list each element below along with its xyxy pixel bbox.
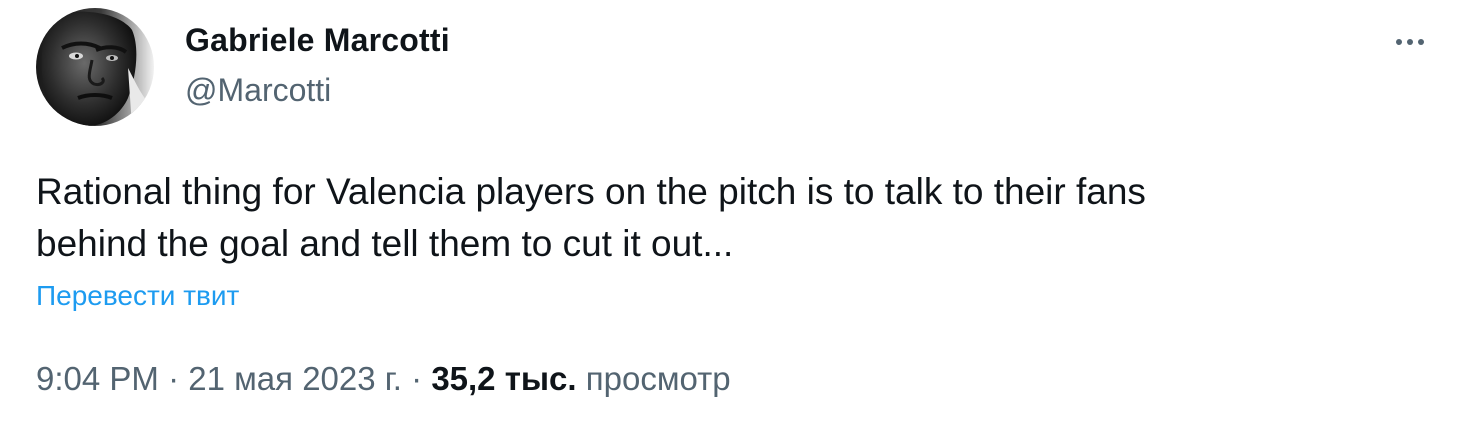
avatar-photo xyxy=(36,8,154,126)
meta-separator: · xyxy=(411,360,423,397)
views-label: просмотр xyxy=(585,360,731,397)
author-display-name[interactable]: Gabriele Marcotti xyxy=(185,22,450,59)
author-avatar[interactable] xyxy=(36,8,154,126)
views-count[interactable]: 35,2 тыс. xyxy=(431,360,576,397)
tweet-metadata: 9:04 PM · 21 мая 2023 г. · 35,2 тыс. про… xyxy=(36,360,731,398)
tweet-time[interactable]: 9:04 PM xyxy=(36,360,159,397)
author-handle[interactable]: @Marcotti xyxy=(185,72,331,109)
tweet-text: Rational thing for Valencia players on t… xyxy=(36,171,1146,264)
translate-tweet-link[interactable]: Перевести твит xyxy=(36,280,239,312)
meta-separator: · xyxy=(168,360,180,397)
more-options-button[interactable] xyxy=(1382,20,1438,64)
more-horizontal-icon xyxy=(1394,39,1427,45)
tweet-date[interactable]: 21 мая 2023 г. xyxy=(188,360,402,397)
